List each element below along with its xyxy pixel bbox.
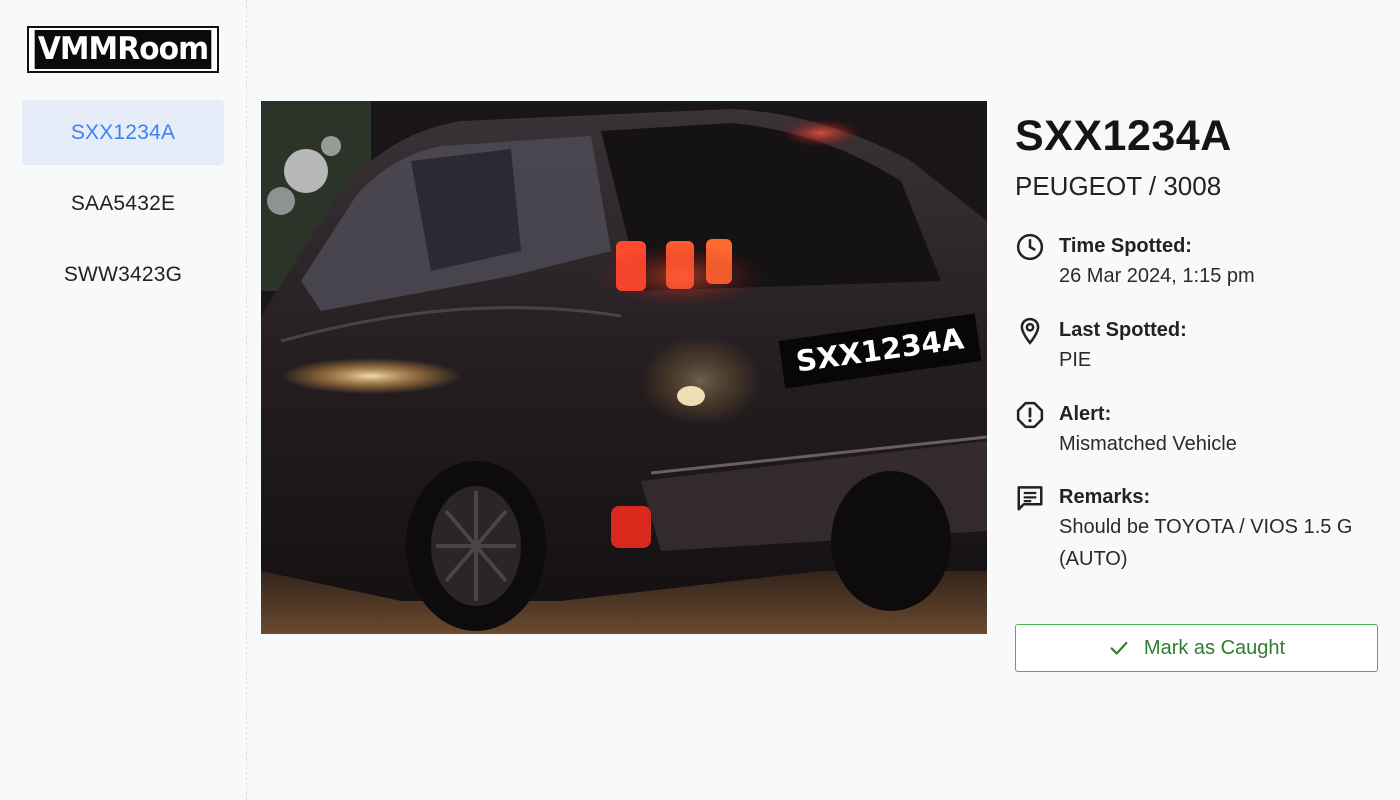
vehicle-photo: SXX1234A	[261, 101, 987, 634]
mark-as-caught-button[interactable]: Mark as Caught	[1015, 624, 1378, 672]
vehicle-list-item[interactable]: SAA5432E	[22, 171, 224, 236]
vehicle-list-item[interactable]: SWW3423G	[22, 242, 224, 307]
alert-label: Alert:	[1059, 403, 1112, 425]
alert-circle-icon	[1015, 400, 1045, 430]
remarks-row: Remarks: Should be TOYOTA / VIOS 1.5 G (…	[1015, 483, 1385, 575]
last-spotted-label: Last Spotted:	[1059, 319, 1187, 341]
remarks-value: Should be TOYOTA / VIOS 1.5 G (AUTO)	[1059, 516, 1353, 570]
plate-number: SXX1234A	[1015, 112, 1232, 160]
last-spotted-value: PIE	[1059, 349, 1092, 371]
clock-icon	[1015, 232, 1045, 262]
last-spotted-row: Last Spotted: PIE	[1015, 316, 1385, 376]
comment-icon	[1015, 483, 1045, 513]
alert-value: Mismatched Vehicle	[1059, 433, 1237, 455]
location-pin-icon	[1015, 316, 1045, 346]
vehicle-list-item[interactable]: SXX1234A	[22, 100, 224, 165]
sidebar: VMMRoom SXX1234A SAA5432E SWW3423G	[0, 0, 247, 800]
app-logo: VMMRoom	[27, 26, 219, 73]
make-model: PEUGEOT / 3008	[1015, 171, 1222, 201]
vehicle-details: SXX1234A PEUGEOT / 3008 Time Spotted: 26…	[1015, 110, 1385, 575]
logo-text: VMMRoom	[34, 30, 212, 69]
mark-as-caught-label: Mark as Caught	[1143, 636, 1286, 659]
time-spotted-row: Time Spotted: 26 Mar 2024, 1:15 pm	[1015, 232, 1385, 292]
alert-row: Alert: Mismatched Vehicle	[1015, 400, 1385, 460]
remarks-label: Remarks:	[1059, 486, 1151, 508]
time-spotted-label: Time Spotted:	[1059, 235, 1192, 257]
time-spotted-value: 26 Mar 2024, 1:15 pm	[1059, 265, 1255, 287]
vehicle-list: SXX1234A SAA5432E SWW3423G	[22, 100, 224, 313]
check-icon	[1108, 637, 1130, 659]
